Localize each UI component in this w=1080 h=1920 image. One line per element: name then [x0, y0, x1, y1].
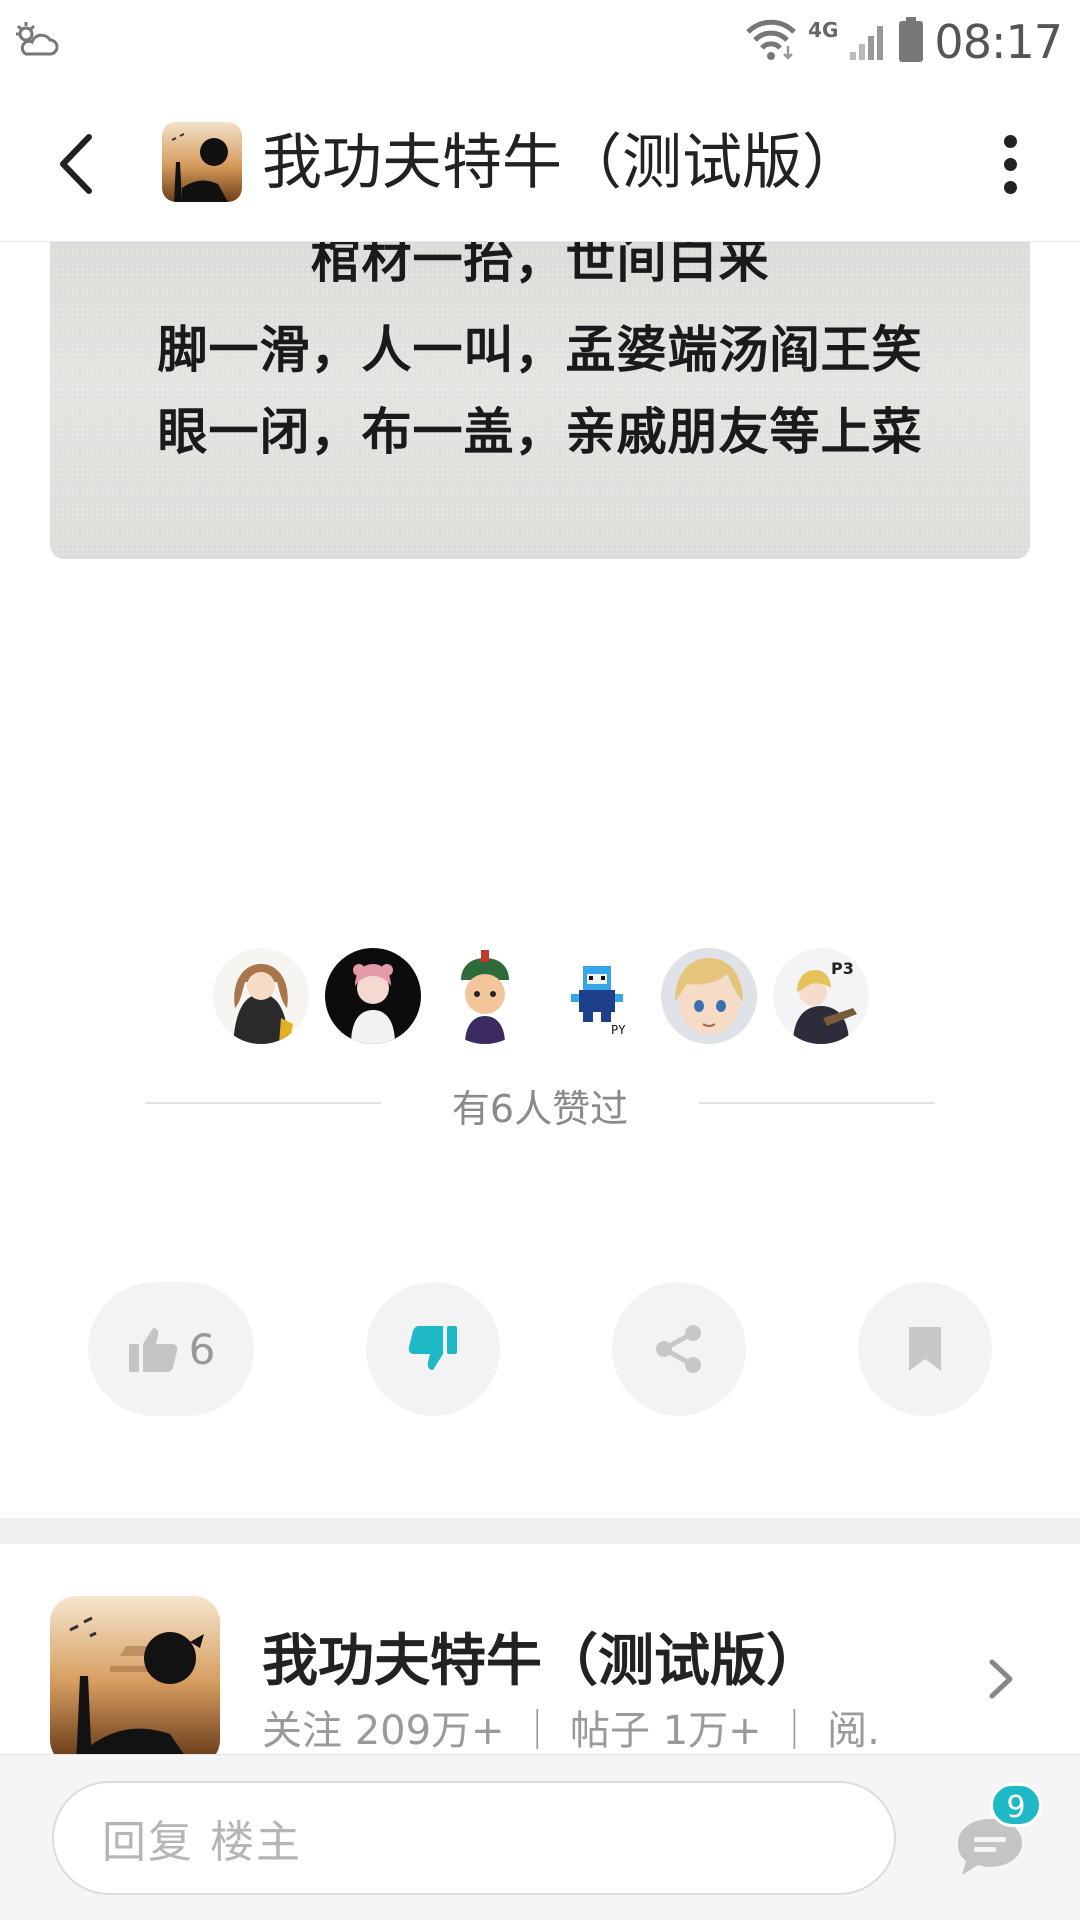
bookmark-button[interactable]	[858, 1282, 992, 1416]
image-text-line: 脚一滑，人一叫，孟婆端汤阎王笑	[157, 321, 923, 379]
forum-name: 我功夫特牛（测试版）	[262, 1629, 822, 1694]
back-button[interactable]	[40, 124, 110, 204]
forum-logo	[50, 1596, 220, 1766]
avatar[interactable]	[213, 948, 309, 1044]
avatar[interactable]: PY	[549, 948, 645, 1044]
forum-logo-small[interactable]	[162, 122, 242, 202]
more-vertical-icon	[1003, 134, 1017, 148]
thumbs-up-icon	[128, 1328, 177, 1372]
status-bar: 4G 08:17	[0, 0, 1080, 84]
reply-bar: 回复 楼主 9	[0, 1754, 1080, 1920]
likes-summary: 有6人赞过	[451, 1087, 629, 1131]
wifi-icon	[744, 18, 798, 66]
section-divider	[0, 1518, 1080, 1544]
svg-text:P3: P3	[831, 959, 854, 978]
avatar[interactable]	[661, 948, 757, 1044]
page-title: 我功夫特牛（测试版）	[262, 128, 862, 198]
image-text-line: 眼一闭，布一盖，亲戚朋友等上菜	[157, 403, 923, 461]
avatar[interactable]	[437, 948, 533, 1044]
top-app-bar: 我功夫特牛（测试版）	[0, 84, 1080, 242]
image-text-line: 棺材一抬，世间白来	[310, 242, 770, 289]
bookmark-icon	[909, 1327, 941, 1371]
share-button[interactable]	[612, 1282, 746, 1416]
dislike-button[interactable]	[366, 1282, 500, 1416]
forum-card[interactable]: 我功夫特牛（测试版） 关注 209万+ ｜ 帖子 1万+ ｜ 阅...	[0, 1544, 1080, 1766]
network-type-label: 4G	[808, 18, 839, 42]
avatar[interactable]	[325, 948, 421, 1044]
reply-input[interactable]: 回复 楼主	[52, 1781, 896, 1895]
chevron-left-icon	[60, 134, 92, 194]
battery-icon	[898, 17, 924, 67]
liker-avatars: PY P3	[213, 948, 873, 1044]
post-image[interactable]: 棺材一抬，世间白来 脚一滑，人一叫，孟婆端汤阎王笑 眼一闭，布一盖，亲戚朋友等上…	[50, 242, 1030, 559]
svg-text:PY: PY	[611, 1023, 626, 1037]
share-icon	[656, 1325, 701, 1373]
reply-placeholder: 回复 楼主	[102, 1817, 302, 1868]
likes-summary-row[interactable]: 有6人赞过	[145, 1078, 935, 1131]
chevron-right-icon	[980, 1654, 1020, 1704]
divider	[699, 1102, 935, 1104]
status-time: 08:17	[934, 15, 1063, 69]
thumbs-down-icon	[408, 1326, 457, 1370]
signal-icon	[848, 18, 888, 66]
like-button[interactable]: 6	[88, 1282, 254, 1416]
avatar[interactable]: P3	[773, 948, 869, 1044]
more-options-button[interactable]	[980, 124, 1040, 204]
weather-icon	[12, 20, 60, 60]
comment-count-badge: 9	[990, 1783, 1042, 1827]
like-count: 6	[188, 1324, 216, 1374]
forum-stats: 关注 209万+ ｜ 帖子 1万+ ｜ 阅...	[262, 1708, 882, 1754]
